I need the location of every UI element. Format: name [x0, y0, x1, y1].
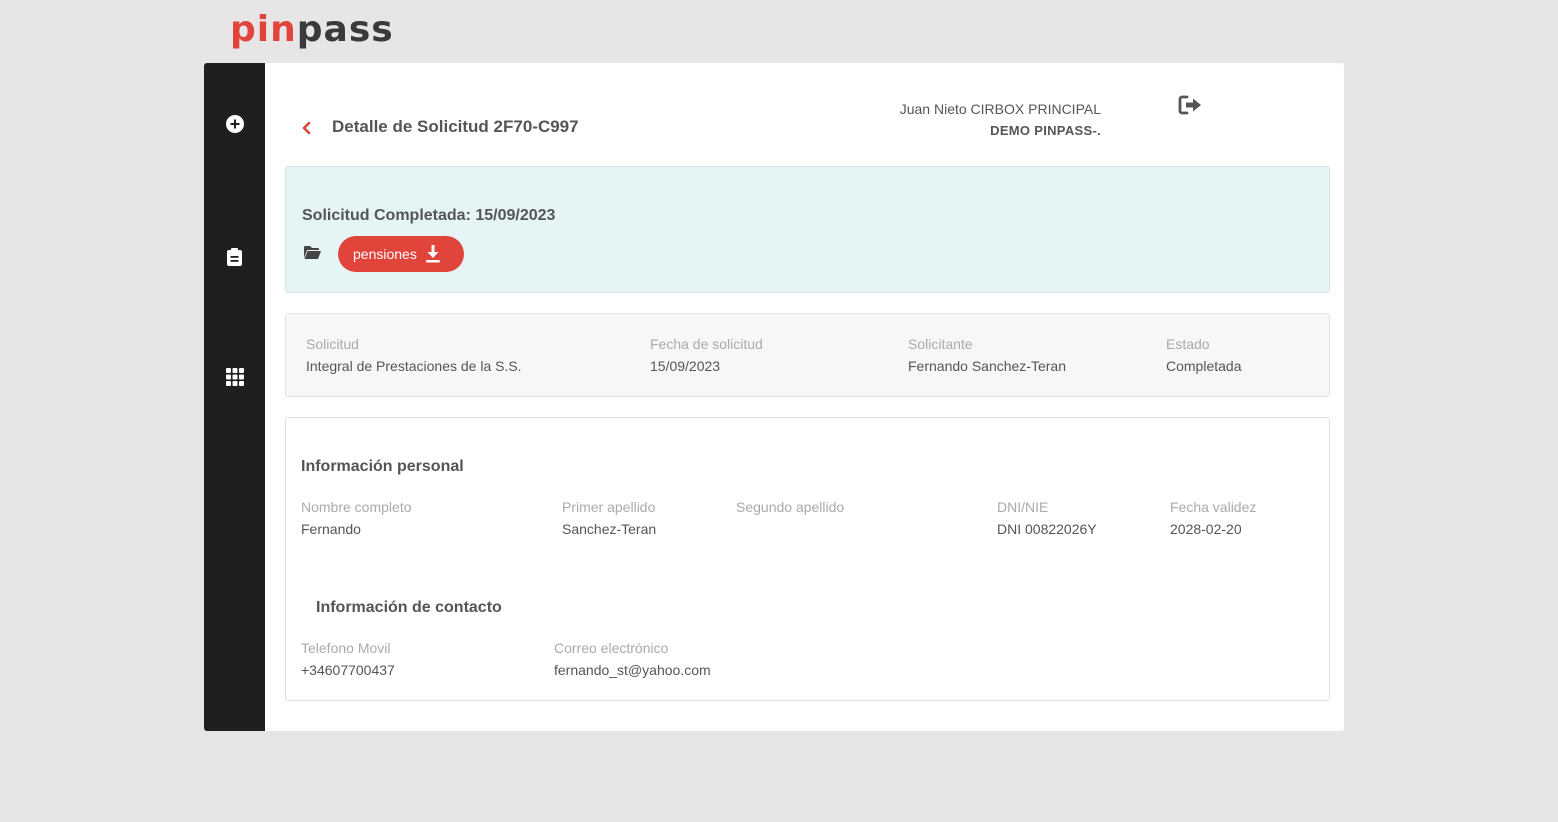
field-solicitud: Solicitud Integral de Prestaciones de la…: [306, 336, 522, 374]
sidebar-item-apps[interactable]: [204, 368, 265, 386]
main-content: Detalle de Solicitud 2F70-C997 Juan Niet…: [265, 63, 1344, 731]
plus-circle-icon: [225, 115, 244, 133]
field-value: Fernando Sanchez-Teran: [908, 358, 1066, 374]
sidebar: [204, 63, 265, 731]
field-value: Fernando: [301, 521, 361, 537]
user-name: Juan Nieto CIRBOX PRINCIPAL: [899, 101, 1101, 117]
field-label: Fecha validez: [1170, 499, 1257, 515]
field-value: 2028-02-20: [1170, 521, 1242, 537]
personal-info-card: Información personal Nombre completo Fer…: [285, 417, 1330, 701]
field-value: [736, 521, 844, 537]
field-value: Integral de Prestaciones de la S.S.: [306, 358, 522, 374]
request-summary-card: Solicitud Integral de Prestaciones de la…: [285, 313, 1330, 397]
user-organization: DEMO PINPASS-.: [990, 123, 1101, 138]
field-fecha-validez: Fecha validez 2028-02-20: [1170, 499, 1256, 537]
field-value: Sanchez-Teran: [562, 521, 657, 537]
status-text: Solicitud Completada: 15/09/2023: [302, 207, 556, 224]
field-value: DNI 00822026Y: [997, 521, 1097, 537]
field-primer-apellido: Primer apellido Sanchez-Teran: [562, 499, 656, 537]
sidebar-item-requests[interactable]: [204, 248, 265, 266]
field-label: Segundo apellido: [736, 499, 845, 515]
field-label: Primer apellido: [562, 499, 656, 515]
field-estado: Estado Completada: [1166, 336, 1242, 374]
field-nombre: Nombre completo Fernando: [301, 499, 412, 537]
field-fecha-solicitud: Fecha de solicitud 15/09/2023: [650, 336, 763, 374]
field-correo: Correo electrónico fernando_st@yahoo.com: [554, 640, 711, 678]
folder-open-icon: [304, 246, 321, 259]
section-title-personal: Información personal: [301, 458, 464, 475]
logo-pin-text: pin: [230, 9, 297, 50]
field-value: fernando_st@yahoo.com: [554, 662, 711, 678]
field-dni: DNI/NIE DNI 00822026Y: [997, 499, 1097, 537]
field-value: +34607700437: [301, 662, 395, 678]
logout-icon[interactable]: [1178, 95, 1204, 115]
field-value: Completada: [1166, 358, 1242, 374]
field-segundo-apellido: Segundo apellido: [736, 499, 844, 537]
section-title-contact: Información de contacto: [316, 599, 502, 616]
grid-icon: [225, 368, 244, 386]
sidebar-item-new-request[interactable]: [204, 115, 265, 133]
download-file-label: pensiones: [353, 246, 417, 262]
field-label: Correo electrónico: [554, 640, 669, 656]
field-label: Solicitante: [908, 336, 973, 352]
field-telefono: Telefono Movil +34607700437: [301, 640, 395, 678]
download-icon: [426, 245, 440, 263]
back-chevron-icon[interactable]: [299, 119, 313, 137]
field-value: 15/09/2023: [650, 358, 721, 374]
status-card: Solicitud Completada: 15/09/2023 pension…: [285, 166, 1330, 293]
app-window: Detalle de Solicitud 2F70-C997 Juan Niet…: [204, 63, 1344, 731]
page-title: Detalle de Solicitud 2F70-C997: [332, 117, 579, 136]
field-label: DNI/NIE: [997, 499, 1049, 515]
clipboard-icon: [227, 248, 242, 266]
field-label: Estado: [1166, 336, 1210, 352]
download-file-button[interactable]: pensiones: [338, 236, 464, 272]
field-label: Solicitud: [306, 336, 359, 352]
field-label: Fecha de solicitud: [650, 336, 763, 352]
field-label: Telefono Movil: [301, 640, 391, 656]
logo-pass-text: pass: [296, 9, 394, 50]
field-label: Nombre completo: [301, 499, 412, 515]
pinpass-logo: pin pass: [230, 8, 394, 48]
field-solicitante: Solicitante Fernando Sanchez-Teran: [908, 336, 1066, 374]
